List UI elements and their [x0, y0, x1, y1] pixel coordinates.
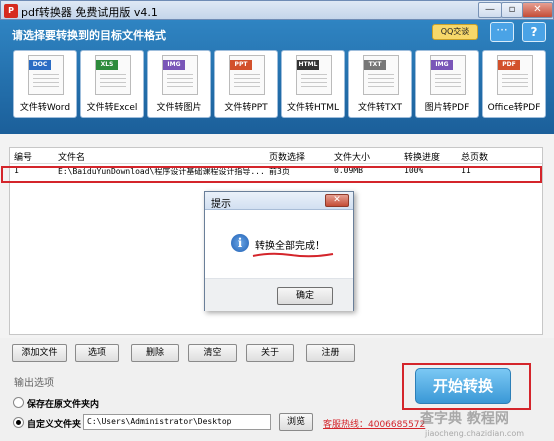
custom-folder-label[interactable]: 自定义文件夹	[27, 417, 81, 430]
format-panel: 请选择要转换到的目标文件格式 QQ交谈 ··· ? DOC 文件转Word XL…	[0, 20, 554, 134]
ok-button[interactable]: 确定	[277, 287, 333, 305]
format-tag: PPT	[230, 60, 252, 70]
column-header[interactable]: 总页数	[461, 150, 488, 163]
format-image-button[interactable]: IMG 文件转图片	[147, 50, 211, 118]
custom-folder-radio[interactable]	[13, 417, 24, 428]
browse-button[interactable]: 浏览	[279, 413, 313, 431]
format-label: 文件转Word	[19, 103, 71, 113]
format-office2pdf-button[interactable]: PDF Office转PDF	[482, 50, 546, 118]
xls-file-icon: XLS	[95, 55, 131, 95]
column-header[interactable]: 编号	[14, 150, 32, 163]
format-html-button[interactable]: HTML 文件转HTML	[281, 50, 345, 118]
output-path-field[interactable]: C:\Users\Administrator\Desktop	[83, 414, 271, 430]
chat-icon[interactable]: ···	[490, 22, 514, 42]
format-tag: PDF	[498, 60, 520, 70]
title-bar: P pdf转换器 免费试用版 v4.1 — ▫ ✕	[0, 0, 554, 20]
img-file-icon: IMG	[162, 55, 198, 95]
start-convert-button[interactable]: 开始转换	[415, 368, 511, 404]
format-tag: TXT	[364, 60, 386, 70]
options-button[interactable]: 选项	[75, 344, 119, 362]
dialog-footer: 确定	[205, 278, 353, 311]
clear-button[interactable]: 清空	[188, 344, 237, 362]
add-file-button[interactable]: 添加文件	[12, 344, 67, 362]
format-label: 文件转Excel	[86, 103, 138, 113]
format-label: 图片转PDF	[424, 103, 470, 113]
html-file-icon: HTML	[296, 55, 332, 95]
minimize-button[interactable]: —	[478, 2, 502, 18]
doc-file-icon: DOC	[28, 55, 64, 95]
img-file-icon: IMG	[430, 55, 466, 95]
info-dialog: 提示 ✕ i 转换全部完成！ 确定	[204, 191, 354, 311]
format-label: 文件转图片	[156, 103, 202, 113]
format-label: 文件转PPT	[224, 103, 268, 113]
format-excel-button[interactable]: XLS 文件转Excel	[80, 50, 144, 118]
column-header[interactable]: 文件大小	[334, 150, 370, 163]
format-tag: DOC	[29, 60, 51, 70]
format-img2pdf-button[interactable]: IMG 图片转PDF	[415, 50, 479, 118]
dialog-close-button[interactable]: ✕	[325, 194, 349, 207]
format-tag: XLS	[96, 60, 118, 70]
format-txt-button[interactable]: TXT 文件转TXT	[348, 50, 412, 118]
dialog-title-bar: 提示 ✕	[205, 192, 353, 210]
format-tag: IMG	[431, 60, 453, 70]
column-header[interactable]: 页数选择	[269, 150, 305, 163]
table-header: 编号 文件名 页数选择 文件大小 转换进度 总页数	[10, 148, 542, 164]
dialog-title: 提示	[211, 199, 231, 210]
txt-file-icon: TXT	[363, 55, 399, 95]
window-title: pdf转换器 免费试用版 v4.1	[21, 6, 158, 19]
about-button[interactable]: 关于	[246, 344, 294, 362]
maximize-button[interactable]: ▫	[501, 2, 523, 18]
hotline-link[interactable]: 客服热线：4006685572	[323, 417, 425, 430]
delete-button[interactable]: 删除	[131, 344, 179, 362]
info-icon: i	[231, 234, 249, 252]
close-button[interactable]: ✕	[522, 2, 553, 18]
watermark-url: jiaocheng.chazidian.com	[425, 429, 525, 438]
pdf-file-icon: PDF	[497, 55, 533, 95]
output-options-label: 输出选项	[14, 378, 54, 389]
format-label: Office转PDF	[487, 103, 541, 113]
qq-chat-button[interactable]: QQ交谈	[432, 24, 478, 40]
help-icon[interactable]: ?	[522, 22, 546, 42]
format-word-button[interactable]: DOC 文件转Word	[13, 50, 77, 118]
row-highlight-annotation	[1, 166, 542, 183]
column-header[interactable]: 转换进度	[404, 150, 440, 163]
format-tag: IMG	[163, 60, 185, 70]
save-original-radio[interactable]	[13, 397, 24, 408]
app-icon: P	[4, 4, 18, 18]
format-label: 文件转TXT	[357, 103, 402, 113]
watermark: 查字典 教程网	[420, 411, 509, 427]
register-button[interactable]: 注册	[306, 344, 355, 362]
format-ppt-button[interactable]: PPT 文件转PPT	[214, 50, 278, 118]
ppt-file-icon: PPT	[229, 55, 265, 95]
format-tag: HTML	[297, 60, 319, 70]
red-underline-annotation	[252, 252, 334, 258]
save-original-label[interactable]: 保存在原文件夹内	[27, 397, 99, 410]
column-header[interactable]: 文件名	[58, 150, 85, 163]
format-heading: 请选择要转换到的目标文件格式	[12, 29, 166, 42]
format-label: 文件转HTML	[286, 103, 340, 113]
